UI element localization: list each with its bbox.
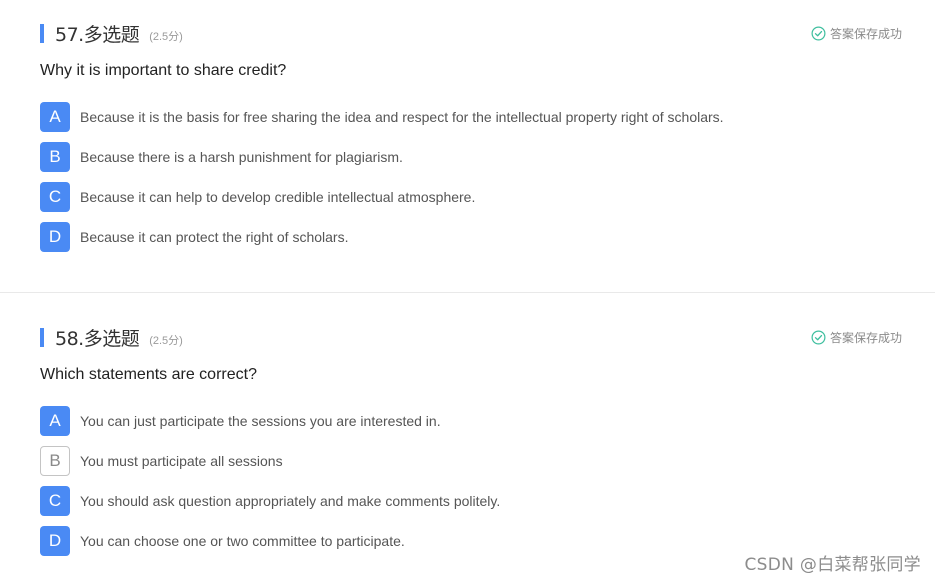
question-title: 58.多选题 (55, 327, 140, 350)
option-text[interactable]: Because it can help to develop credible … (80, 189, 475, 205)
question-score: (2.5分) (149, 334, 183, 347)
question-header: 57.多选题 (2.5分) (40, 22, 183, 46)
option-text[interactable]: Because there is a harsh punishment for … (80, 149, 403, 165)
question-text: Why it is important to share credit? (40, 62, 287, 79)
question-header: 58.多选题 (2.5分) (40, 326, 183, 350)
option-text[interactable]: You can choose one or two committee to p… (80, 533, 405, 549)
csdn-watermark: CSDN @白菜帮张同学 (744, 555, 921, 575)
question-title: 57.多选题 (55, 23, 140, 46)
option-c[interactable]: C Because it can help to develop credibl… (40, 182, 724, 212)
option-text[interactable]: Because it can protect the right of scho… (80, 229, 348, 245)
save-status-text: 答案保存成功 (829, 27, 902, 41)
save-status: 答案保存成功 (811, 329, 902, 346)
option-b[interactable]: B You must participate all sessions (40, 446, 500, 476)
check-circle-icon (811, 330, 826, 345)
save-status: 答案保存成功 (811, 25, 902, 42)
question-score: (2.5分) (149, 30, 183, 43)
option-letter[interactable]: D (40, 222, 70, 252)
question-accent-bar (40, 327, 44, 347)
option-letter[interactable]: B (40, 142, 70, 172)
option-d[interactable]: D You can choose one or two committee to… (40, 526, 500, 556)
save-status-text: 答案保存成功 (829, 331, 902, 345)
question-text: Which statements are correct? (40, 366, 257, 383)
question-58: 58.多选题 (2.5分) 答案保存成功 Which statements ar… (0, 293, 935, 582)
question-57: 57.多选题 (2.5分) 答案保存成功 Why it is important… (0, 0, 935, 292)
option-text[interactable]: You should ask question appropriately an… (80, 493, 500, 509)
option-a[interactable]: A Because it is the basis for free shari… (40, 102, 724, 132)
option-d[interactable]: D Because it can protect the right of sc… (40, 222, 724, 252)
option-text[interactable]: You must participate all sessions (80, 453, 283, 469)
option-letter[interactable]: A (40, 406, 70, 436)
question-accent-bar (40, 23, 44, 43)
option-b[interactable]: B Because there is a harsh punishment fo… (40, 142, 724, 172)
option-letter[interactable]: A (40, 102, 70, 132)
option-text[interactable]: You can just participate the sessions yo… (80, 413, 441, 429)
options-list: A Because it is the basis for free shari… (40, 102, 724, 262)
option-letter[interactable]: C (40, 182, 70, 212)
option-a[interactable]: A You can just participate the sessions … (40, 406, 500, 436)
option-text[interactable]: Because it is the basis for free sharing… (80, 109, 724, 125)
option-c[interactable]: C You should ask question appropriately … (40, 486, 500, 516)
options-list: A You can just participate the sessions … (40, 406, 500, 566)
option-letter[interactable]: B (40, 446, 70, 476)
option-letter[interactable]: C (40, 486, 70, 516)
option-letter[interactable]: D (40, 526, 70, 556)
check-circle-icon (811, 26, 826, 41)
